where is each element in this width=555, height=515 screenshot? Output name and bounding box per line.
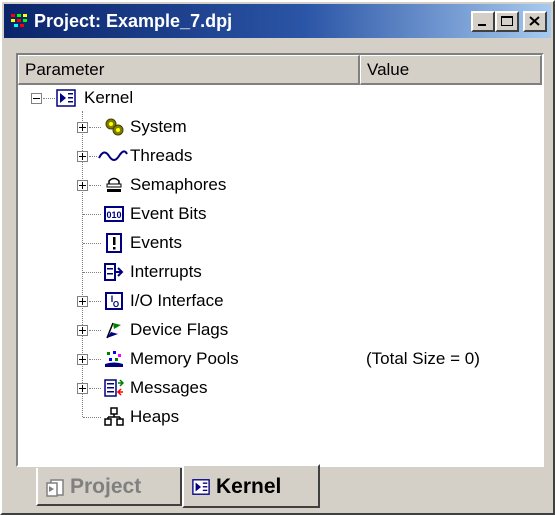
expand-toggle[interactable] [77,325,88,336]
parameter-column-header[interactable]: Parameter [18,55,360,85]
tree-connector [89,185,101,186]
project-window: Project: Example_7.dpj Parameter Value K… [0,0,555,515]
tab-label: Kernel [216,475,282,498]
messages-icon [104,379,124,397]
interrupts-icon [104,263,124,281]
tree-connector [83,214,101,215]
project-icon [46,479,64,497]
plus-icon [79,298,86,305]
events-icon [106,233,122,253]
tree-connector [89,330,101,331]
tree-connector [83,417,101,418]
tab-project[interactable]: Project [36,468,182,506]
maximize-icon [501,16,513,26]
system-icon [105,118,124,136]
minimize-button[interactable] [471,11,495,32]
tree-item-device-flags[interactable]: Device Flags [18,317,542,346]
memory-pools-value: (Total Size = 0) [366,349,480,368]
tree-connector [83,243,101,244]
tab-strip: Project Kernel [32,464,432,508]
tree-item-label: Semaphores [130,175,227,194]
tree-item-label: System [130,117,187,136]
minus-icon [33,98,40,99]
collapse-toggle[interactable] [31,93,42,104]
tree-connector [89,359,101,360]
tree-item-label: Interrupts [130,262,202,281]
tree-item-label: Events [130,233,182,252]
maximize-button[interactable] [495,11,519,32]
parameter-panel: Parameter Value Kernel System Threads Se… [16,53,544,467]
tree-connector [83,272,101,273]
tree-connector [89,156,97,157]
tree-item-label: Memory Pools [130,349,239,368]
expand-toggle[interactable] [77,122,88,133]
tree-item-heaps[interactable]: Heaps [18,404,542,433]
expand-toggle[interactable] [77,151,88,162]
title-bar[interactable]: Project: Example_7.dpj [4,4,551,38]
tree-item-label: Threads [130,146,193,165]
kernel-icon [56,89,76,107]
column-header: Parameter Value [18,55,542,85]
kernel-tree: Kernel System Threads Semaphores 010 Eve… [18,85,542,465]
close-icon [529,16,540,26]
tree-item-messages[interactable]: Messages [18,375,542,404]
tab-kernel[interactable]: Kernel [182,464,320,508]
kernel-icon [192,479,210,495]
heaps-icon [104,407,124,426]
plus-icon [79,385,86,392]
expand-toggle[interactable] [77,383,88,394]
tree-item-label: Heaps [130,407,180,426]
svg-text:010: 010 [106,210,121,220]
app-icon [11,14,27,27]
tree-item-kernel[interactable]: Kernel [18,85,542,114]
svg-text:O: O [113,300,119,309]
io-interface-icon: I O [105,292,123,310]
tree-item-interrupts[interactable]: Interrupts [18,259,542,288]
close-button[interactable] [523,11,547,32]
threads-icon [98,150,128,161]
plus-icon [79,356,86,363]
tree-item-memory-pools[interactable]: Memory Pools (Total Size = 0) [18,346,542,375]
tree-item-threads[interactable]: Threads [18,143,542,172]
memory-pools-icon [105,351,123,367]
expand-toggle[interactable] [77,354,88,365]
plus-icon [79,182,86,189]
tree-item-event-bits[interactable]: 010 Event Bits [18,201,542,230]
expand-toggle[interactable] [77,180,88,191]
tree-item-system[interactable]: System [18,114,542,143]
tree-item-semaphores[interactable]: Semaphores [18,172,542,201]
tree-item-label: Kernel [84,88,134,107]
plus-icon [79,124,86,131]
window-title: Project: Example_7.dpj [34,11,233,31]
plus-icon [79,153,86,160]
plus-icon [79,327,86,334]
value-column-header[interactable]: Value [360,55,542,85]
event-bits-icon: 010 [104,206,124,222]
device-flags-icon [106,322,121,339]
tab-label: Project [70,475,142,498]
tree-connector [89,127,101,128]
tree-item-label: Device Flags [130,320,229,339]
expand-toggle[interactable] [77,296,88,307]
tree-connector [89,301,101,302]
tree-connector [43,98,55,99]
tree-item-label: Messages [130,378,208,397]
tree-item-io-interface[interactable]: I O I/O Interface [18,288,542,317]
tree-item-label: I/O Interface [130,291,224,310]
tree-connector [89,388,101,389]
tree-item-events[interactable]: Events [18,230,542,259]
tree-item-label: Event Bits [130,204,207,223]
semaphores-icon [106,177,122,192]
minimize-icon [478,24,486,26]
